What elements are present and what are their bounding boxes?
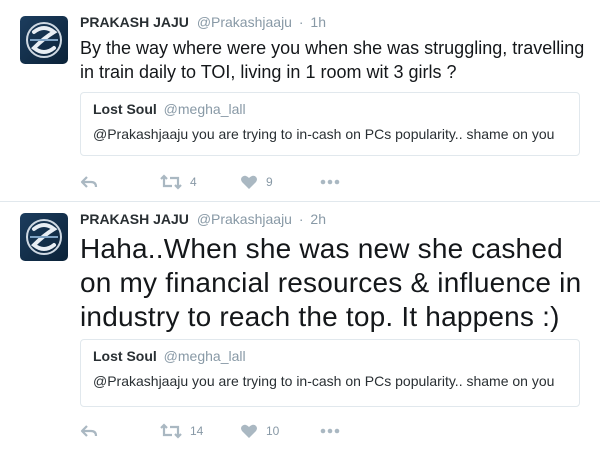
tweet-header: PRAKASH JAJU @Prakashjaaju · 2h <box>80 211 326 231</box>
tweet[interactable]: PRAKASH JAJU @Prakashjaaju · 2h Haha..Wh… <box>0 202 600 450</box>
more-button[interactable] <box>320 421 340 441</box>
quoted-author-handle: @megha_lall <box>163 348 246 364</box>
retweet-button[interactable]: 14 <box>160 421 203 441</box>
quoted-tweet[interactable]: Lost Soul @megha_lall @Prakashjaaju you … <box>80 339 580 407</box>
more-button[interactable] <box>320 172 340 192</box>
timestamp[interactable]: 1h <box>310 14 326 30</box>
tweet-actions: 14 10 <box>80 421 400 441</box>
more-icon <box>320 179 340 185</box>
quoted-author-handle: @megha_lall <box>163 101 246 117</box>
retweet-icon <box>160 174 182 190</box>
avatar-logo-icon <box>26 219 62 255</box>
tweet-header: PRAKASH JAJU @Prakashjaaju · 1h <box>80 14 326 34</box>
avatar[interactable] <box>20 16 68 64</box>
like-count: 10 <box>266 424 280 438</box>
quoted-author-name: Lost Soul <box>93 348 157 364</box>
quoted-tweet-text: @Prakashjaaju you are trying to in-cash … <box>93 126 555 142</box>
like-count: 9 <box>266 175 273 189</box>
tweet-text: By the way where were you when she was s… <box>80 38 585 82</box>
like-button[interactable]: 9 <box>240 172 273 192</box>
heart-icon <box>241 424 257 438</box>
author-handle[interactable]: @Prakashjaaju <box>197 14 292 30</box>
more-icon <box>320 428 340 434</box>
author-name[interactable]: PRAKASH JAJU <box>80 14 189 30</box>
separator: · <box>298 14 304 30</box>
reply-icon <box>80 176 98 188</box>
author-handle[interactable]: @Prakashjaaju <box>197 211 292 227</box>
timestamp[interactable]: 2h <box>310 211 326 227</box>
retweet-button[interactable]: 4 <box>160 172 197 192</box>
quoted-author-name: Lost Soul <box>93 101 157 117</box>
avatar[interactable] <box>20 213 68 261</box>
heart-icon <box>241 175 257 189</box>
tweet-actions: 4 9 <box>80 172 400 192</box>
reply-button[interactable] <box>80 421 98 441</box>
quoted-tweet-text: @Prakashjaaju you are trying to in-cash … <box>93 373 555 389</box>
avatar-logo-icon <box>26 22 62 58</box>
like-button[interactable]: 10 <box>240 421 279 441</box>
retweet-count: 4 <box>190 175 197 189</box>
retweet-icon <box>160 423 182 439</box>
quoted-tweet[interactable]: Lost Soul @megha_lall @Prakashjaaju you … <box>80 92 580 156</box>
tweet[interactable]: PRAKASH JAJU @Prakashjaaju · 1h By the w… <box>0 0 600 202</box>
retweet-count: 14 <box>190 424 204 438</box>
author-name[interactable]: PRAKASH JAJU <box>80 211 189 227</box>
tweet-text: Haha..When she was new she cashed on my … <box>80 233 582 332</box>
separator: · <box>298 211 304 227</box>
reply-button[interactable] <box>80 172 98 192</box>
reply-icon <box>80 425 98 437</box>
